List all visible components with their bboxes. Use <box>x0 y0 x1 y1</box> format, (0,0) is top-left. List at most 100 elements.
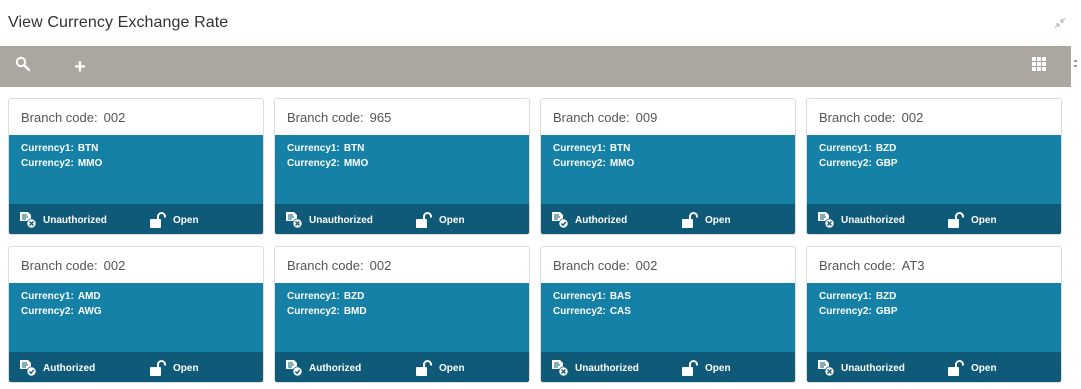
more-options-icon[interactable] <box>1074 60 1077 72</box>
currency2-line: Currency2: GBP <box>819 156 1061 171</box>
currency1-label: Currency1: <box>21 143 74 154</box>
toolbar: + <box>0 46 1071 87</box>
card-header: Branch code: 002 <box>275 247 529 283</box>
currency1-label: Currency1: <box>287 143 340 154</box>
document-unauthorized-icon <box>19 211 37 229</box>
branch-code-label: Branch code: <box>21 109 98 125</box>
branch-code-value: 002 <box>103 109 126 125</box>
auth-status-text: Authorized <box>575 214 628 226</box>
branch-code-label: Branch code: <box>819 257 896 273</box>
exchange-rate-card-1[interactable]: Branch code: 002 Currency1: BTN Currency… <box>8 98 264 235</box>
card-footer: Authorized Open <box>275 352 529 382</box>
card-header: Branch code: 965 <box>275 99 529 135</box>
exchange-rate-card-grid: Branch code: 002 Currency1: BTN Currency… <box>8 98 1068 383</box>
document-authorized-icon <box>19 359 37 377</box>
card-footer: Unauthorized Open <box>807 352 1061 382</box>
document-unauthorized-icon <box>285 211 303 229</box>
exchange-rate-card-7[interactable]: Branch code: 002 Currency1: BAS Currency… <box>540 246 796 383</box>
currency2-value: GBP <box>875 158 898 169</box>
document-unauthorized-icon <box>551 359 569 377</box>
currency2-label: Currency2: <box>21 306 74 317</box>
auth-status: Authorized <box>285 359 415 377</box>
currency2-line: Currency2: CAS <box>553 304 795 319</box>
exchange-rate-card-5[interactable]: Branch code: 002 Currency1: AMD Currency… <box>8 246 264 383</box>
lock-status-text: Open <box>971 214 997 226</box>
card-header: Branch code: 009 <box>541 99 795 135</box>
card-body: Currency1: BZD Currency2: BMD <box>275 283 529 352</box>
search-button[interactable] <box>13 56 33 77</box>
exchange-rate-card-6[interactable]: Branch code: 002 Currency1: BZD Currency… <box>274 246 530 383</box>
currency1-label: Currency1: <box>21 291 74 302</box>
auth-status: Unauthorized <box>19 211 149 229</box>
branch-code-value: 965 <box>369 109 392 125</box>
currency1-line: Currency1: BTN <box>287 141 529 156</box>
padlock-open-icon <box>415 360 433 376</box>
exchange-rate-card-4[interactable]: Branch code: 002 Currency1: BZD Currency… <box>806 98 1062 235</box>
currency2-label: Currency2: <box>287 306 340 317</box>
lock-status: Open <box>149 212 199 228</box>
currency2-label: Currency2: <box>819 158 872 169</box>
card-body: Currency1: BZD Currency2: GBP <box>807 283 1061 352</box>
currency2-label: Currency2: <box>553 158 606 169</box>
auth-status-text: Unauthorized <box>841 362 905 374</box>
add-button[interactable]: + <box>70 57 90 77</box>
currency1-line: Currency1: BZD <box>819 289 1061 304</box>
currency2-line: Currency2: MMO <box>287 156 529 171</box>
auth-status: Unauthorized <box>285 211 415 229</box>
currency1-line: Currency1: BTN <box>21 141 263 156</box>
currency1-value: BTN <box>343 143 365 154</box>
auth-status-text: Authorized <box>43 362 96 374</box>
branch-code-value: 002 <box>901 109 924 125</box>
currency2-label: Currency2: <box>287 158 340 169</box>
currency1-value: AMD <box>77 291 101 302</box>
currency2-label: Currency2: <box>819 306 872 317</box>
lock-status-text: Open <box>971 362 997 374</box>
currency1-value: BTN <box>77 143 99 154</box>
exchange-rate-card-2[interactable]: Branch code: 965 Currency1: BTN Currency… <box>274 98 530 235</box>
lock-status: Open <box>415 360 465 376</box>
currency2-value: GBP <box>875 306 898 317</box>
branch-code-label: Branch code: <box>287 109 364 125</box>
currency2-line: Currency2: BMD <box>287 304 529 319</box>
document-unauthorized-icon <box>817 359 835 377</box>
branch-code-label: Branch code: <box>553 257 630 273</box>
padlock-open-icon <box>415 212 433 228</box>
document-authorized-icon <box>285 359 303 377</box>
branch-code-label: Branch code: <box>21 257 98 273</box>
title-bar: View Currency Exchange Rate <box>0 0 1081 46</box>
auth-status: Unauthorized <box>551 359 681 377</box>
currency1-line: Currency1: BZD <box>287 289 529 304</box>
document-authorized-icon <box>551 211 569 229</box>
lock-status: Open <box>947 360 997 376</box>
auth-status-text: Unauthorized <box>309 214 373 226</box>
shrink-icon[interactable] <box>1053 16 1067 30</box>
branch-code-value: 002 <box>635 257 658 273</box>
lock-status-text: Open <box>705 362 731 374</box>
search-icon <box>15 56 31 77</box>
exchange-rate-card-8[interactable]: Branch code: AT3 Currency1: BZD Currency… <box>806 246 1062 383</box>
currency2-line: Currency2: AWG <box>21 304 263 319</box>
card-body: Currency1: BZD Currency2: GBP <box>807 135 1061 204</box>
lock-status-text: Open <box>439 214 465 226</box>
auth-status: Unauthorized <box>817 359 947 377</box>
currency2-value: MMO <box>343 158 369 169</box>
currency2-value: MMO <box>77 158 103 169</box>
card-header: Branch code: 002 <box>807 99 1061 135</box>
padlock-open-icon <box>149 212 167 228</box>
card-header: Branch code: 002 <box>9 99 263 135</box>
card-footer: Unauthorized Open <box>275 204 529 234</box>
card-footer: Authorized Open <box>541 204 795 234</box>
currency1-label: Currency1: <box>553 143 606 154</box>
grid-view-icon <box>1032 57 1046 76</box>
auth-status: Unauthorized <box>817 211 947 229</box>
exchange-rate-card-3[interactable]: Branch code: 009 Currency1: BTN Currency… <box>540 98 796 235</box>
card-footer: Unauthorized Open <box>807 204 1061 234</box>
currency2-line: Currency2: GBP <box>819 304 1061 319</box>
currency1-value: BZD <box>875 291 897 302</box>
auth-status: Authorized <box>19 359 149 377</box>
branch-code-label: Branch code: <box>553 109 630 125</box>
lock-status: Open <box>681 360 731 376</box>
grid-view-button[interactable] <box>1031 57 1047 76</box>
lock-status-text: Open <box>439 362 465 374</box>
card-header: Branch code: 002 <box>9 247 263 283</box>
